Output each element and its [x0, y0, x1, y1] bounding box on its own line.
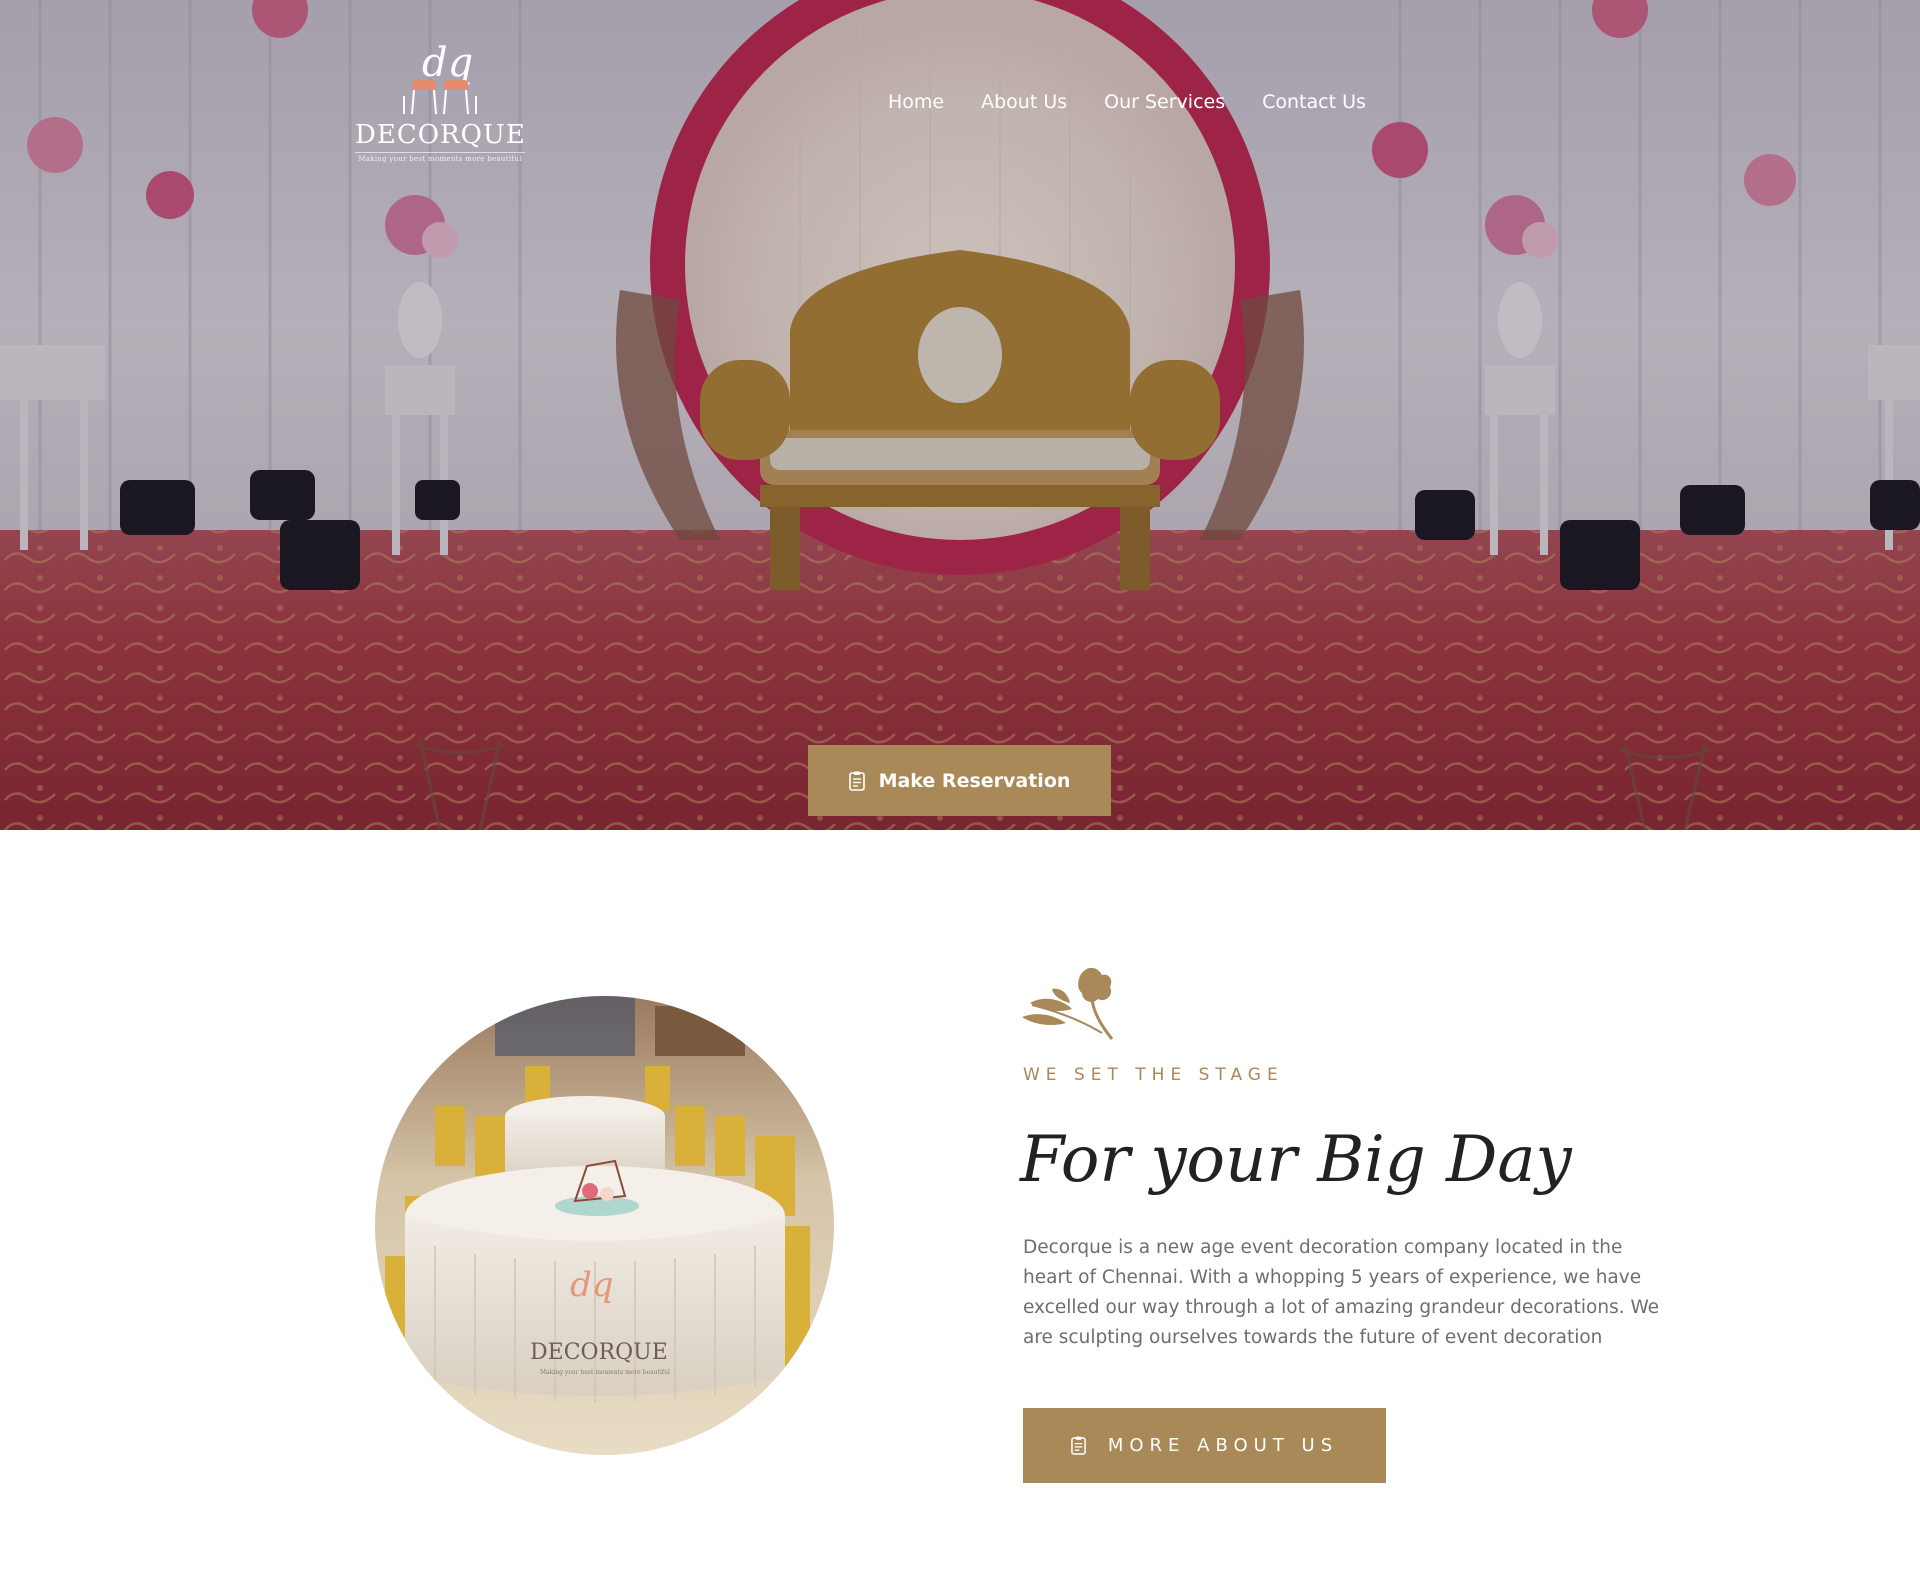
- svg-text:dq: dq: [570, 1265, 614, 1305]
- hero-section: dq DECORQUE Making your best moments mor…: [0, 0, 1920, 830]
- more-about-us-label: MORE ABOUT US: [1107, 1435, 1339, 1456]
- brand-logo[interactable]: dq DECORQUE Making your best moments mor…: [355, 38, 525, 168]
- clipboard-icon: [848, 771, 865, 791]
- nav-home[interactable]: Home: [888, 88, 944, 116]
- logo-wordmark: DECORQUE: [355, 120, 526, 150]
- about-headline: For your Big Day: [1020, 1123, 1572, 1197]
- logo-chairs-icon: dq: [403, 40, 477, 115]
- clipboard-icon: [1071, 1436, 1086, 1455]
- main-nav: Home About Us Our Services Contact Us: [888, 88, 1366, 116]
- about-eyebrow: WE SET THE STAGE: [1023, 1065, 1284, 1085]
- flower-icon: [1022, 967, 1114, 1040]
- make-reservation-label: Make Reservation: [878, 769, 1071, 792]
- svg-text:dq: dq: [422, 40, 473, 86]
- logo-tagline: Making your best moments more beautiful: [355, 152, 525, 163]
- nav-about-us[interactable]: About Us: [981, 88, 1067, 116]
- nav-contact-us[interactable]: Contact Us: [1262, 88, 1366, 116]
- banquet-table-image: dq DECORQUE Making your best moments mor…: [375, 996, 834, 1455]
- about-description: Decorque is a new age event decoration c…: [1023, 1237, 1660, 1348]
- photo-watermark-tagline: Making your best moments more beautiful: [540, 1369, 670, 1376]
- photo-watermark-text: DECORQUE: [530, 1340, 668, 1365]
- hero-overlay: [0, 0, 1920, 830]
- nav-our-services[interactable]: Our Services: [1104, 88, 1225, 116]
- about-photo: dq DECORQUE Making your best moments mor…: [375, 996, 834, 1455]
- make-reservation-button[interactable]: Make Reservation: [808, 745, 1111, 816]
- more-about-us-button[interactable]: MORE ABOUT US: [1023, 1408, 1386, 1483]
